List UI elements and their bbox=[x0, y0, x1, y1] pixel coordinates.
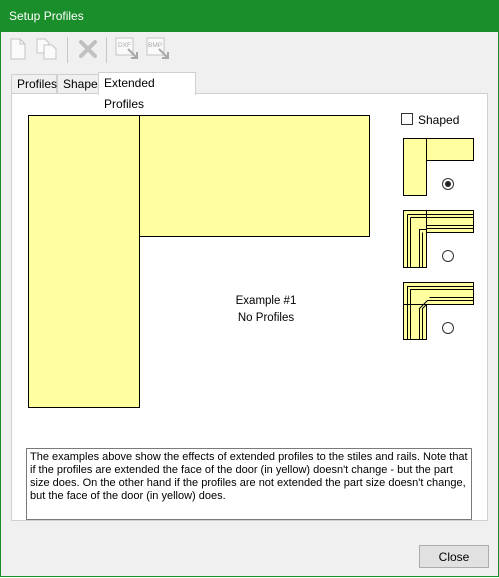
option-profiles-icon bbox=[403, 210, 474, 268]
rail-top bbox=[139, 115, 370, 237]
option-extended-profiles-radio[interactable] bbox=[442, 322, 454, 334]
example-title: Example #1 bbox=[235, 295, 297, 307]
setup-profiles-window: Setup Profiles DXF BMP Profiles Shape Ex… bbox=[0, 0, 499, 577]
stile-left bbox=[28, 115, 140, 408]
shaped-checkbox[interactable] bbox=[401, 113, 413, 125]
option-no-profiles-icon bbox=[403, 138, 474, 196]
tab-extended-profiles[interactable]: Extended Profiles bbox=[98, 72, 196, 111]
description-text: The examples above show the effects of e… bbox=[26, 448, 472, 520]
option-profiles-radio[interactable] bbox=[442, 250, 454, 262]
example-subtitle: No Profiles bbox=[237, 312, 295, 324]
option-extended-profiles-icon bbox=[403, 282, 474, 340]
radio-selected-dot bbox=[445, 181, 451, 187]
shaped-label: Shaped bbox=[418, 113, 460, 127]
close-button[interactable]: Close bbox=[419, 545, 489, 568]
option-no-profiles-radio[interactable] bbox=[442, 178, 454, 190]
